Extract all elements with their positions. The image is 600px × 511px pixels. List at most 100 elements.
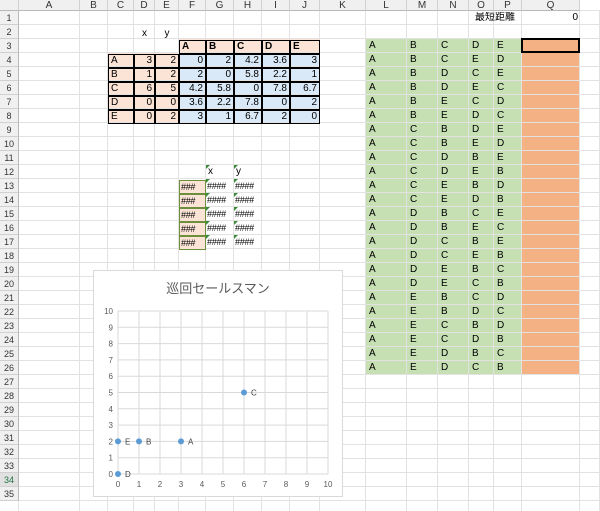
permutation-cell[interactable]: A [366,208,407,222]
row-header-17[interactable]: 17 [0,235,19,249]
coord-name-cell[interactable]: A [108,54,134,68]
coord-name-cell[interactable]: D [108,96,134,110]
permutation-cell[interactable]: B [494,166,522,180]
column-header-M[interactable]: M [407,0,438,11]
column-header-K[interactable]: K [320,0,366,11]
permutation-cell[interactable]: A [366,138,407,152]
column-header-F[interactable]: F [179,0,206,11]
matrix-value-cell[interactable]: 0 [206,68,234,82]
permutation-cell[interactable]: E [469,82,494,96]
permutation-cell[interactable]: B [407,82,438,96]
permutation-cell[interactable]: D [438,152,469,166]
permutation-cell[interactable]: A [366,40,407,54]
coord-y-header[interactable]: y [155,28,179,42]
hash-cell[interactable]: ### [179,222,206,236]
permutation-cell[interactable]: B [407,68,438,82]
permutation-cell[interactable]: E [407,334,438,348]
row-header-24[interactable]: 24 [0,333,19,347]
coord-y-cell[interactable]: 2 [155,68,179,82]
row-header-2[interactable]: 2 [0,25,19,39]
matrix-value-cell[interactable]: 0 [262,96,290,110]
permutation-cell[interactable]: D [469,194,494,208]
column-header-A[interactable]: A [19,0,80,11]
matrix-value-cell[interactable]: 0 [290,110,320,124]
column-header-Q[interactable]: Q [522,0,580,11]
permutation-cell[interactable]: E [494,40,522,54]
matrix-value-cell[interactable]: 2 [206,54,234,68]
permutation-cell[interactable]: D [494,180,522,194]
permutation-cell[interactable]: E [494,208,522,222]
permutation-cell[interactable]: D [407,278,438,292]
permutation-cell[interactable]: B [494,250,522,264]
permutation-cell[interactable]: E [407,348,438,362]
permutation-cell[interactable]: D [469,40,494,54]
row-header-30[interactable]: 30 [0,417,19,431]
permutation-cell[interactable]: C [407,152,438,166]
coord-y-cell[interactable]: 2 [155,110,179,124]
hash-cell[interactable]: #### [234,222,262,236]
permutation-cell[interactable]: D [438,166,469,180]
column-header-N[interactable]: N [438,0,469,11]
column-header-H[interactable]: H [234,0,262,11]
permutation-cell[interactable]: E [407,320,438,334]
row-header-35[interactable]: 35 [0,487,19,501]
row-header-15[interactable]: 15 [0,207,19,221]
hash-cell[interactable]: ### [179,180,206,194]
row-header-13[interactable]: 13 [0,179,19,193]
row-header-31[interactable]: 31 [0,431,19,445]
permutation-cell[interactable]: B [438,124,469,138]
permutation-cell[interactable]: B [469,348,494,362]
small-y-header[interactable]: y [234,166,262,180]
permutation-cell[interactable]: B [494,362,522,376]
permutation-cell[interactable]: D [469,110,494,124]
permutation-cell[interactable]: D [494,292,522,306]
permutation-cell[interactable]: A [366,292,407,306]
permutation-cell[interactable]: E [469,138,494,152]
permutation-cell[interactable]: C [407,166,438,180]
row-header-16[interactable]: 16 [0,221,19,235]
permutation-cell[interactable]: B [494,278,522,292]
select-all-corner[interactable] [0,0,19,11]
permutation-cell[interactable]: C [494,264,522,278]
permutation-cell[interactable]: B [438,306,469,320]
permutation-cell[interactable]: D [438,362,469,376]
permutation-cell[interactable]: C [494,82,522,96]
matrix-value-cell[interactable]: 2.2 [206,96,234,110]
hash-cell[interactable]: #### [206,180,234,194]
permutation-cell[interactable]: B [494,194,522,208]
matrix-value-cell[interactable]: 7.8 [234,96,262,110]
permutation-cell[interactable]: A [366,362,407,376]
coord-x-cell[interactable]: 0 [134,96,155,110]
permutation-cell[interactable]: C [494,222,522,236]
matrix-header-cell[interactable]: D [262,40,290,54]
permutation-cell[interactable]: C [469,292,494,306]
permutation-cell[interactable]: D [469,306,494,320]
coord-y-cell[interactable]: 2 [155,54,179,68]
permutation-cell[interactable]: C [469,96,494,110]
shortest-value[interactable]: 0 [522,12,580,26]
row-header-14[interactable]: 14 [0,193,19,207]
row-header-29[interactable]: 29 [0,403,19,417]
coord-x-cell[interactable]: 0 [134,110,155,124]
matrix-value-cell[interactable]: 4.2 [179,82,206,96]
coord-x-cell[interactable]: 6 [134,82,155,96]
matrix-value-cell[interactable]: 0 [179,54,206,68]
permutation-cell[interactable]: C [438,40,469,54]
row-header-5[interactable]: 5 [0,67,19,81]
permutation-cell[interactable]: B [469,236,494,250]
permutation-cell[interactable]: D [494,320,522,334]
permutation-cell[interactable]: A [366,334,407,348]
permutation-cell[interactable]: A [366,236,407,250]
permutation-cell[interactable]: B [407,110,438,124]
permutation-cell[interactable]: E [407,292,438,306]
row-header-22[interactable]: 22 [0,305,19,319]
permutation-cell[interactable]: E [438,278,469,292]
permutation-cell[interactable]: C [438,334,469,348]
permutation-cell[interactable]: A [366,96,407,110]
row-header-28[interactable]: 28 [0,389,19,403]
permutation-cell[interactable]: A [366,152,407,166]
hash-cell[interactable]: #### [206,194,234,208]
permutation-cell[interactable]: A [366,320,407,334]
row-header-23[interactable]: 23 [0,319,19,333]
permutation-cell[interactable]: A [366,180,407,194]
